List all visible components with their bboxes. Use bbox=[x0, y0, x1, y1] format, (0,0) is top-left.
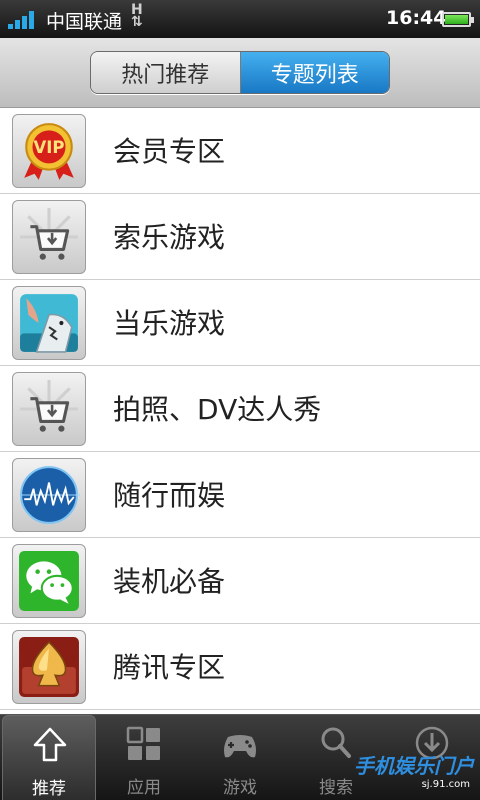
svg-text:VIP: VIP bbox=[33, 138, 64, 157]
battery-icon bbox=[442, 12, 474, 27]
list-item-label: 拍照、DV达人秀 bbox=[113, 393, 322, 426]
nav-label: 推荐 bbox=[32, 779, 66, 799]
network-type-indicator: H ⇅ bbox=[131, 2, 143, 30]
list-item-label: 当乐游戏 bbox=[113, 307, 226, 340]
nav-recommend[interactable]: 推荐 bbox=[2, 715, 96, 800]
bottom-navigation: 推荐 应用 游戏 搜索 手机娱乐门户 sj.91.com bbox=[0, 714, 480, 800]
apps-grid-icon bbox=[126, 726, 160, 760]
list-item-label: 装机必备 bbox=[113, 565, 226, 598]
list-item[interactable]: 腾讯专区 bbox=[0, 624, 480, 710]
home-arrow-icon bbox=[33, 727, 67, 762]
wechat-icon bbox=[12, 544, 86, 618]
list-item-label: 随行而娱 bbox=[113, 479, 226, 512]
watermark-brand: 手机娱乐门户 bbox=[354, 754, 474, 778]
spade-card-icon bbox=[12, 630, 86, 704]
list-item[interactable]: VIP 会员专区 bbox=[0, 108, 480, 194]
nav-label: 游戏 bbox=[223, 778, 257, 798]
tab-topic-list[interactable]: 专题列表 bbox=[240, 52, 389, 93]
watermark-url: sj.91.com bbox=[421, 779, 470, 790]
tab-header: 热门推荐 专题列表 bbox=[0, 38, 480, 108]
list-item-label: 索乐游戏 bbox=[113, 221, 226, 254]
list-item-label: 会员专区 bbox=[113, 135, 226, 168]
nav-apps[interactable]: 应用 bbox=[97, 715, 191, 800]
soundwave-globe-icon bbox=[12, 458, 86, 532]
segmented-control: 热门推荐 专题列表 bbox=[90, 51, 390, 94]
carrier-name: 中国联通 bbox=[46, 11, 123, 33]
shopping-cart-icon bbox=[12, 372, 86, 446]
signal-strength-icon bbox=[8, 11, 36, 29]
shopping-cart-icon bbox=[12, 200, 86, 274]
status-bar: 中国联通 H ⇅ 16:44 bbox=[0, 0, 480, 38]
list-item[interactable]: 拍照、DV达人秀 bbox=[0, 366, 480, 452]
list-item[interactable]: 当乐游戏 bbox=[0, 280, 480, 366]
list-item[interactable]: 装机必备 bbox=[0, 538, 480, 624]
vip-badge-icon: VIP bbox=[12, 114, 86, 188]
status-clock: 16:44 bbox=[386, 7, 447, 29]
search-icon bbox=[321, 727, 351, 758]
list-item[interactable]: 随行而娱 bbox=[0, 452, 480, 538]
nav-label: 应用 bbox=[127, 778, 161, 798]
list-item[interactable]: 索乐游戏 bbox=[0, 194, 480, 280]
shark-game-icon bbox=[12, 286, 86, 360]
list-item-label: 腾讯专区 bbox=[113, 651, 226, 684]
nav-games[interactable]: 游戏 bbox=[193, 715, 287, 800]
tab-hot-recommend[interactable]: 热门推荐 bbox=[91, 52, 241, 93]
gamepad-icon bbox=[224, 735, 256, 758]
topic-list: VIP 会员专区 索乐游戏 当乐游戏 拍照、DV达人秀 随行而娱 装机必备 腾讯… bbox=[0, 108, 480, 714]
